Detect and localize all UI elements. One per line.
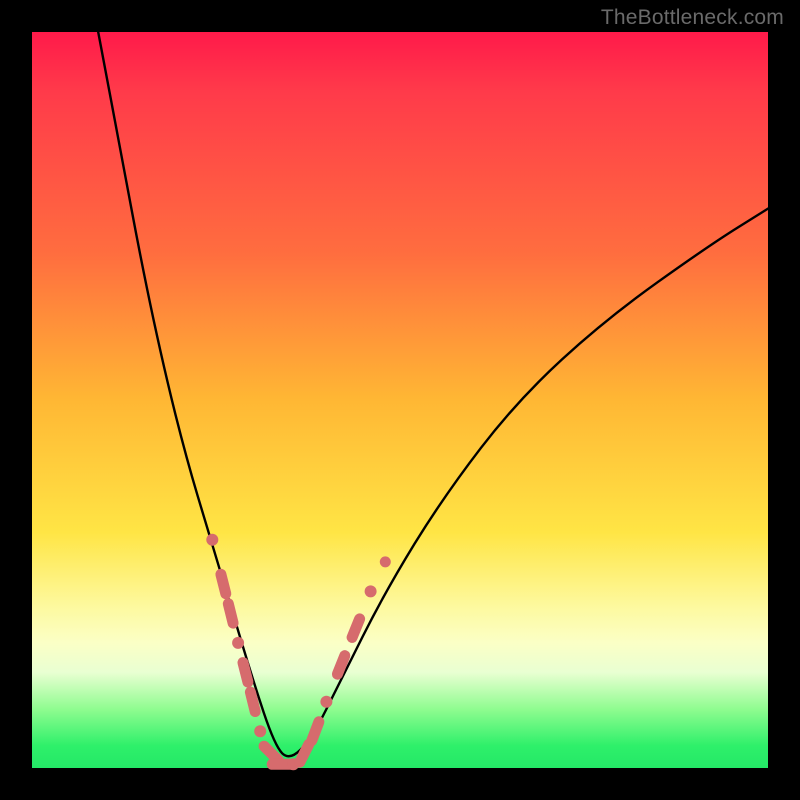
marker-dash [243,663,248,682]
highlighted-points [206,534,385,771]
marker-dot [254,725,266,737]
marker-dot [365,585,377,597]
marker-dash [250,692,255,711]
plot-area [32,32,768,768]
bottleneck-curve [98,32,768,756]
marker-dot [206,534,218,546]
curve-layer [32,32,768,768]
marker-dash [312,722,319,741]
marker-dash [221,574,226,593]
marker-dash [264,746,278,760]
watermark-text: TheBottleneck.com [601,6,784,30]
marker-dot [232,637,244,649]
marker-dot [320,696,332,708]
marker-dash [228,604,233,623]
chart-frame: TheBottleneck.com [0,0,800,800]
marker-dash [337,656,344,675]
marker-dash [352,619,360,638]
marker-dash [300,744,309,762]
